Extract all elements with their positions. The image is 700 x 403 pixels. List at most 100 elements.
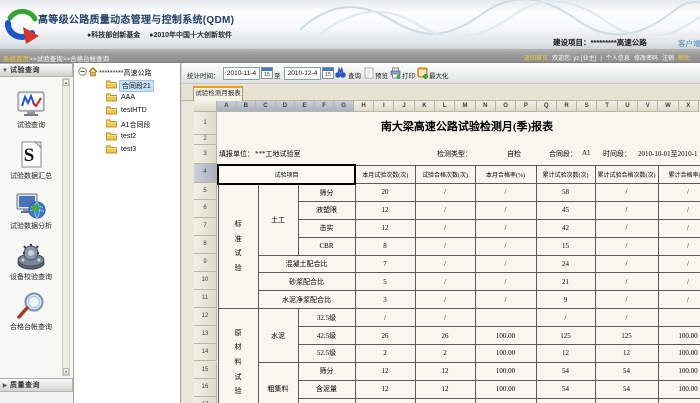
report-cell[interactable]: / bbox=[475, 219, 536, 237]
sheet-column-header[interactable]: T bbox=[597, 101, 617, 112]
report-cell[interactable]: / bbox=[475, 237, 536, 255]
report-header-cell[interactable]: 试验项目 bbox=[218, 165, 355, 184]
sheet-row-header[interactable]: 4 bbox=[194, 164, 217, 183]
sheet-column-header[interactable]: V bbox=[638, 101, 658, 112]
report-cell[interactable]: 液塑限 bbox=[298, 201, 355, 219]
sheet-column-header[interactable]: P bbox=[516, 101, 536, 112]
report-cell[interactable]: 12 bbox=[355, 380, 415, 398]
sheet-column-header[interactable]: G bbox=[334, 101, 354, 112]
report-cell[interactable]: / bbox=[475, 291, 536, 309]
user-menu-item[interactable]: 欢迎您: yz [业主] bbox=[552, 56, 596, 62]
sheet-column-header[interactable]: U bbox=[618, 101, 638, 112]
report-cell[interactable]: 54 bbox=[595, 362, 658, 380]
sheet-column-header[interactable]: M bbox=[455, 101, 475, 112]
client-download-link[interactable]: 客户端下载 bbox=[678, 38, 700, 49]
report-cell[interactable]: 12 bbox=[355, 219, 415, 237]
date-to-input[interactable] bbox=[284, 67, 321, 80]
report-cell[interactable]: 125 bbox=[536, 327, 595, 345]
sheet-row-header[interactable]: 15 bbox=[194, 362, 217, 380]
preview-button[interactable]: 预览 bbox=[375, 70, 388, 80]
report-cell[interactable]: 2 bbox=[355, 345, 415, 363]
user-menu-item[interactable]: 帮助 bbox=[678, 56, 690, 62]
maximize-button[interactable]: 最大化 bbox=[429, 70, 449, 80]
report-cell[interactable]: / bbox=[658, 255, 700, 273]
sheet-column-header[interactable]: X bbox=[679, 101, 699, 112]
report-cell[interactable]: / bbox=[475, 273, 536, 291]
sheet-corner-cell[interactable] bbox=[194, 101, 217, 112]
user-menu-item[interactable]: 修改密码 bbox=[634, 56, 658, 62]
report-cell[interactable]: 100.00 bbox=[658, 327, 700, 345]
report-cell[interactable]: / bbox=[595, 255, 658, 273]
report-cell[interactable]: 水泥 bbox=[258, 309, 298, 363]
report-header-cell[interactable]: 本月合格率(%) bbox=[475, 165, 536, 184]
sheet-column-header[interactable]: D bbox=[276, 101, 296, 112]
sidebar-item-data-summary[interactable]: S 试验数据汇总 bbox=[0, 140, 62, 181]
report-cell[interactable]: / bbox=[658, 273, 700, 291]
report-cell[interactable]: / bbox=[595, 184, 658, 202]
report-cell[interactable] bbox=[475, 398, 536, 403]
report-cell[interactable]: 100.00 bbox=[475, 380, 536, 398]
report-cell[interactable]: / bbox=[658, 291, 700, 309]
report-cell[interactable]: 筛分 bbox=[298, 362, 355, 380]
report-cell[interactable] bbox=[298, 398, 355, 403]
report-cell[interactable]: / bbox=[658, 184, 700, 202]
report-cell[interactable]: 击实 bbox=[298, 219, 355, 237]
report-cell[interactable]: / bbox=[658, 219, 700, 237]
sheet-column-header[interactable]: I bbox=[374, 101, 394, 112]
report-cell[interactable]: / bbox=[415, 219, 475, 237]
report-cell[interactable]: / bbox=[475, 255, 536, 273]
report-cell[interactable]: 32.5级 bbox=[298, 309, 355, 327]
report-cell[interactable] bbox=[658, 398, 700, 403]
sidebar-item-test-query[interactable]: 试验查询 bbox=[0, 89, 62, 130]
report-cell[interactable]: / bbox=[658, 201, 700, 219]
report-cell[interactable]: 58 bbox=[536, 184, 595, 202]
report-cell[interactable]: / bbox=[475, 184, 536, 202]
report-cell[interactable]: / bbox=[415, 291, 475, 309]
report-cell[interactable]: 水泥净浆配合比 bbox=[258, 291, 355, 309]
report-cell[interactable]: 5 bbox=[355, 273, 415, 291]
report-cell[interactable]: 12 bbox=[355, 362, 415, 380]
sheet-row-header[interactable]: 9 bbox=[194, 254, 217, 272]
sidebar-item-data-analysis[interactable]: 试验数据分析 bbox=[0, 190, 62, 231]
report-cell[interactable]: 21 bbox=[536, 273, 595, 291]
sheet-row-header[interactable]: 6 bbox=[194, 200, 217, 218]
report-cell[interactable]: 粗集料 bbox=[258, 362, 298, 403]
report-cell[interactable]: / bbox=[355, 309, 415, 327]
report-cell[interactable]: 原材料试验 bbox=[218, 309, 258, 403]
sheet-row-header[interactable]: 10 bbox=[194, 272, 217, 290]
report-cell[interactable]: 100.00 bbox=[658, 362, 700, 380]
report-cell[interactable]: 12 bbox=[595, 345, 658, 363]
report-cell[interactable] bbox=[595, 398, 658, 403]
calendar-to-icon[interactable]: 15 bbox=[322, 67, 334, 79]
sheet-column-header[interactable]: J bbox=[394, 101, 414, 112]
sheet-column-header[interactable]: B bbox=[237, 101, 257, 112]
sheet-row-header[interactable]: 3 bbox=[194, 145, 217, 164]
report-header-cell[interactable]: 本月试验次数(次) bbox=[355, 165, 415, 184]
sheet-row-header[interactable]: 16 bbox=[194, 379, 217, 397]
sheet-column-header[interactable]: L bbox=[435, 101, 455, 112]
user-menu-item[interactable]: 个人信息 bbox=[606, 56, 630, 62]
report-header-cell[interactable]: 累计试验次数(次) bbox=[536, 165, 595, 184]
report-cell[interactable] bbox=[536, 398, 595, 403]
calendar-from-icon[interactable]: 15 bbox=[261, 67, 273, 79]
sheet-row-header[interactable]: 2 bbox=[194, 135, 217, 145]
sheet-row-header[interactable]: 7 bbox=[194, 218, 217, 236]
report-cell[interactable]: 2 bbox=[415, 345, 475, 363]
report-cell[interactable]: 24 bbox=[536, 255, 595, 273]
sheet-column-header[interactable]: E bbox=[295, 101, 315, 112]
sheet-column-header[interactable]: N bbox=[476, 101, 496, 112]
breadcrumb-home[interactable]: 系统首页 bbox=[3, 56, 29, 63]
query-button[interactable]: 查询 bbox=[348, 70, 361, 80]
report-cell[interactable]: 125 bbox=[595, 327, 658, 345]
report-cell[interactable]: 15 bbox=[536, 237, 595, 255]
sheet-row-header[interactable]: 1 bbox=[194, 112, 217, 135]
sheet-row-header[interactable]: 5 bbox=[194, 183, 217, 201]
sidebar-item-qualified-ledger[interactable]: 合格台帐查询 bbox=[0, 291, 62, 332]
report-cell[interactable]: 7 bbox=[355, 255, 415, 273]
report-cell[interactable]: 100.00 bbox=[658, 380, 700, 398]
user-menu-item[interactable]: 返回首页 bbox=[524, 56, 548, 62]
report-cell[interactable]: 12 bbox=[355, 201, 415, 219]
report-cell[interactable]: 42.5级 bbox=[298, 327, 355, 345]
sheet-column-header[interactable]: R bbox=[557, 101, 577, 112]
sheet-column-header[interactable]: Q bbox=[537, 101, 557, 112]
